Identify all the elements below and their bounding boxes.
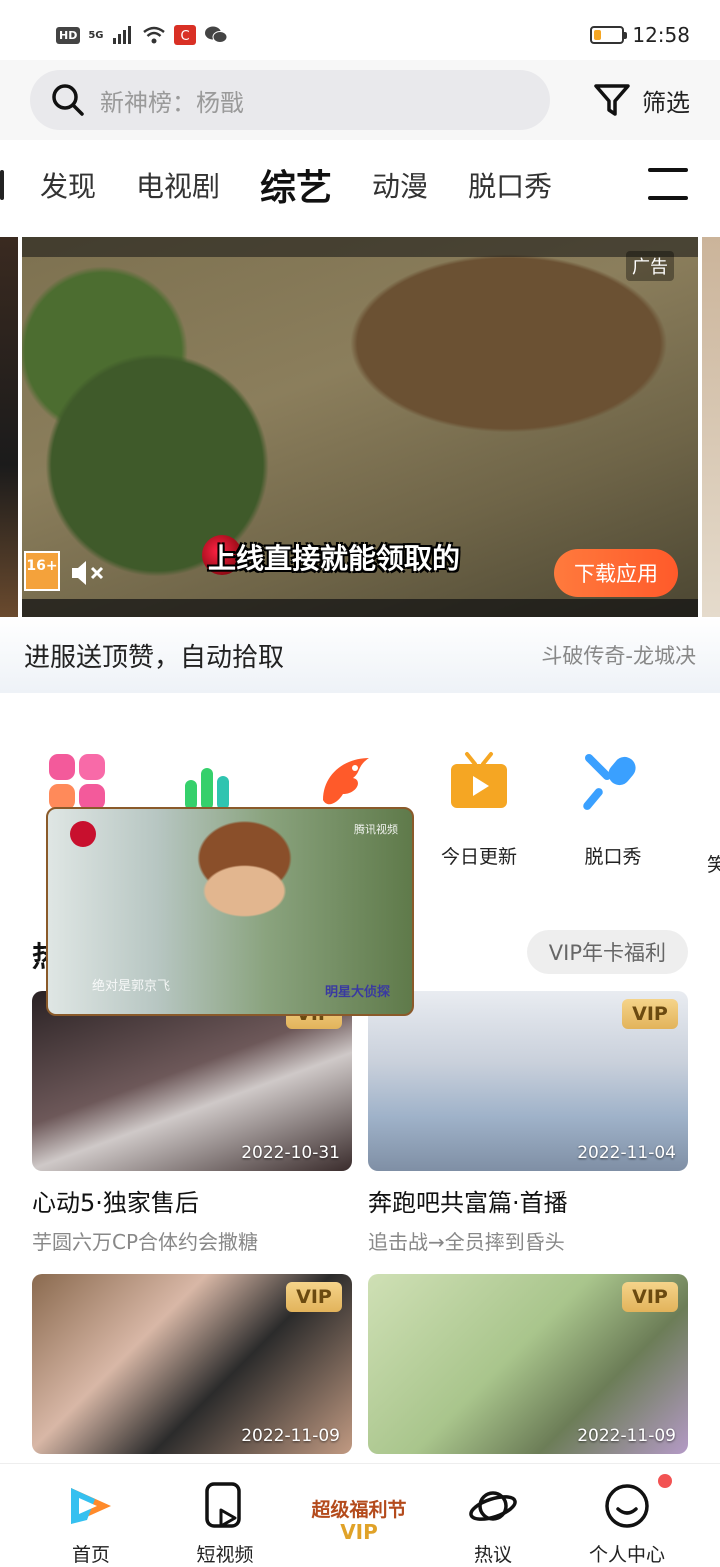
bottom-navigation: 首页 短视频 超级福利节 VIP 热议 个人中心 <box>0 1463 720 1567</box>
tab-talk-show[interactable]: 脱口秀 <box>468 165 552 205</box>
download-app-button[interactable]: 下载应用 <box>554 549 678 597</box>
video-date: 2022-10-31 <box>241 1143 340 1163</box>
quick-entry-talk-show[interactable]: 脱口秀 <box>546 750 680 890</box>
video-card[interactable]: VIP 2022-11-04 奔跑吧共富篇·首播 追击战→全员摔到昏头 <box>368 991 688 1255</box>
video-thumbnail: VIP 2022-11-09 <box>32 1274 352 1454</box>
show-logo: 明星大侦探 <box>324 985 390 1000</box>
wifi-icon <box>142 26 165 44</box>
video-subtitle: 追击战→全员摔到昏头 <box>368 1230 565 1254</box>
quick-entry-peek[interactable]: 笑 <box>707 850 720 877</box>
video-thumbnail: VIP 2022-10-31 <box>32 991 352 1171</box>
filter-icon <box>594 84 630 116</box>
wechat-icon <box>204 26 228 43</box>
mute-icon[interactable] <box>68 557 108 589</box>
vip-badge: VIP <box>622 1282 678 1312</box>
quick-label-today-update: 今日更新 <box>440 846 517 868</box>
video-date: 2022-11-04 <box>577 1143 676 1163</box>
network-label: 5G <box>88 29 104 41</box>
quick-label-talk-show: 脱口秀 <box>584 846 642 868</box>
nav-label-short-video: 短视频 <box>196 1544 254 1566</box>
nav-label-hot-discussion: 热议 <box>473 1544 512 1566</box>
filter-button[interactable]: 筛选 <box>592 80 690 120</box>
game-hud-bottom <box>22 599 698 617</box>
ad-tag: 广告 <box>626 251 674 281</box>
nav-home[interactable]: 首页 <box>24 1464 158 1567</box>
search-input[interactable]: 新神榜：杨戬 <box>30 70 550 130</box>
video-subtitle: 芋圆六万CP合体约会撒糖 <box>32 1230 259 1254</box>
tab-discover[interactable]: 发现 <box>40 165 96 205</box>
bars-icon <box>185 768 229 810</box>
channel-logo-icon <box>70 821 96 847</box>
vip-welfare-button[interactable]: VIP年卡福利 <box>526 930 688 974</box>
banner-caption: 上线直接就能领取的 <box>208 542 461 575</box>
banner-prev-peek[interactable] <box>0 237 18 617</box>
hd-badge: HD <box>56 26 81 44</box>
svg-text:C: C <box>180 29 189 44</box>
quick-entry-today-update[interactable]: 今日更新 <box>412 750 546 890</box>
banner-ad[interactable]: 广告 上线直接就能领取的 下载应用 16+ <box>22 237 698 617</box>
flame-bird-icon <box>323 758 369 805</box>
banner-next-peek[interactable] <box>702 237 720 617</box>
tab-tv-series[interactable]: 电视剧 <box>136 165 220 205</box>
video-card[interactable]: VIP 2022-10-31 心动5·独家售后 芋圆六万CP合体约会撒糖 <box>32 991 352 1255</box>
tab-scroll-edge <box>0 170 4 200</box>
category-tabs: 发现 电视剧 综艺 动漫 脱口秀 <box>0 140 720 230</box>
video-date: 2022-11-09 <box>241 1426 340 1446</box>
tab-anime[interactable]: 动漫 <box>372 165 428 205</box>
floating-mini-player[interactable]: 腾讯视频 绝对是郭京飞 明星大侦探 <box>46 807 414 1016</box>
notification-dot <box>658 1474 672 1488</box>
banner-title: 进服送顶赞，自动拾取 <box>24 642 285 673</box>
video-title: 心动5·独家售后 <box>32 1189 199 1217</box>
banner-info-bar[interactable]: 进服送顶赞，自动拾取 斗破传奇-龙城决 <box>0 617 720 693</box>
status-icons-right: 12:58 <box>590 23 690 47</box>
video-card[interactable]: VIP 2022-11-09 <box>32 1274 352 1454</box>
battery-icon <box>590 26 628 44</box>
vip-badge: VIP <box>622 999 678 1029</box>
promo-festival-button[interactable]: 超级福利节 VIP <box>292 1464 426 1567</box>
search-bar-row: 新神榜：杨戬 筛选 <box>0 60 720 140</box>
promo-text: 超级福利节 <box>311 1499 407 1521</box>
grid-icon <box>49 754 105 810</box>
tv-play-icon <box>451 752 507 808</box>
search-placeholder: 新神榜：杨戬 <box>100 88 244 117</box>
signal-icon <box>112 26 131 44</box>
vip-badge: VIP <box>286 1282 342 1312</box>
nav-hot-discussion[interactable]: 热议 <box>426 1464 560 1567</box>
age-rating-badge: 16+ <box>24 551 60 591</box>
video-thumbnail: VIP 2022-11-09 <box>368 1274 688 1454</box>
video-title: 奔跑吧共富篇·首播 <box>368 1189 568 1217</box>
promo-vip: VIP <box>340 1520 378 1544</box>
smiley-face-icon <box>605 1484 649 1528</box>
planet-icon <box>469 1491 517 1521</box>
nav-profile[interactable]: 个人中心 <box>560 1464 694 1567</box>
video-date: 2022-11-09 <box>577 1426 676 1446</box>
player-watermark: 腾讯视频 <box>354 823 398 836</box>
microphone-icon <box>583 754 636 810</box>
short-video-icon <box>205 1482 241 1528</box>
menu-icon[interactable] <box>648 168 688 200</box>
search-icon <box>52 84 84 116</box>
nav-label-home: 首页 <box>71 1544 110 1566</box>
status-icons-left: HD 5G C <box>56 25 228 45</box>
banner-source: 斗破传奇-龙城决 <box>541 644 696 668</box>
app-notification-icon: C <box>173 25 196 45</box>
video-thumbnail: VIP 2022-11-04 <box>368 991 688 1171</box>
game-hud-top <box>22 237 698 257</box>
nav-label-profile: 个人中心 <box>588 1544 665 1566</box>
tab-variety[interactable]: 综艺 <box>260 159 332 211</box>
nav-short-video[interactable]: 短视频 <box>158 1464 292 1567</box>
player-subtitle: 绝对是郭京飞 <box>92 979 171 994</box>
clock: 12:58 <box>632 23 690 47</box>
home-play-icon <box>71 1488 111 1524</box>
filter-label: 筛选 <box>642 88 690 117</box>
video-card[interactable]: VIP 2022-11-09 <box>368 1274 688 1454</box>
banner-carousel[interactable]: 广告 上线直接就能领取的 下载应用 16+ <box>0 237 720 617</box>
